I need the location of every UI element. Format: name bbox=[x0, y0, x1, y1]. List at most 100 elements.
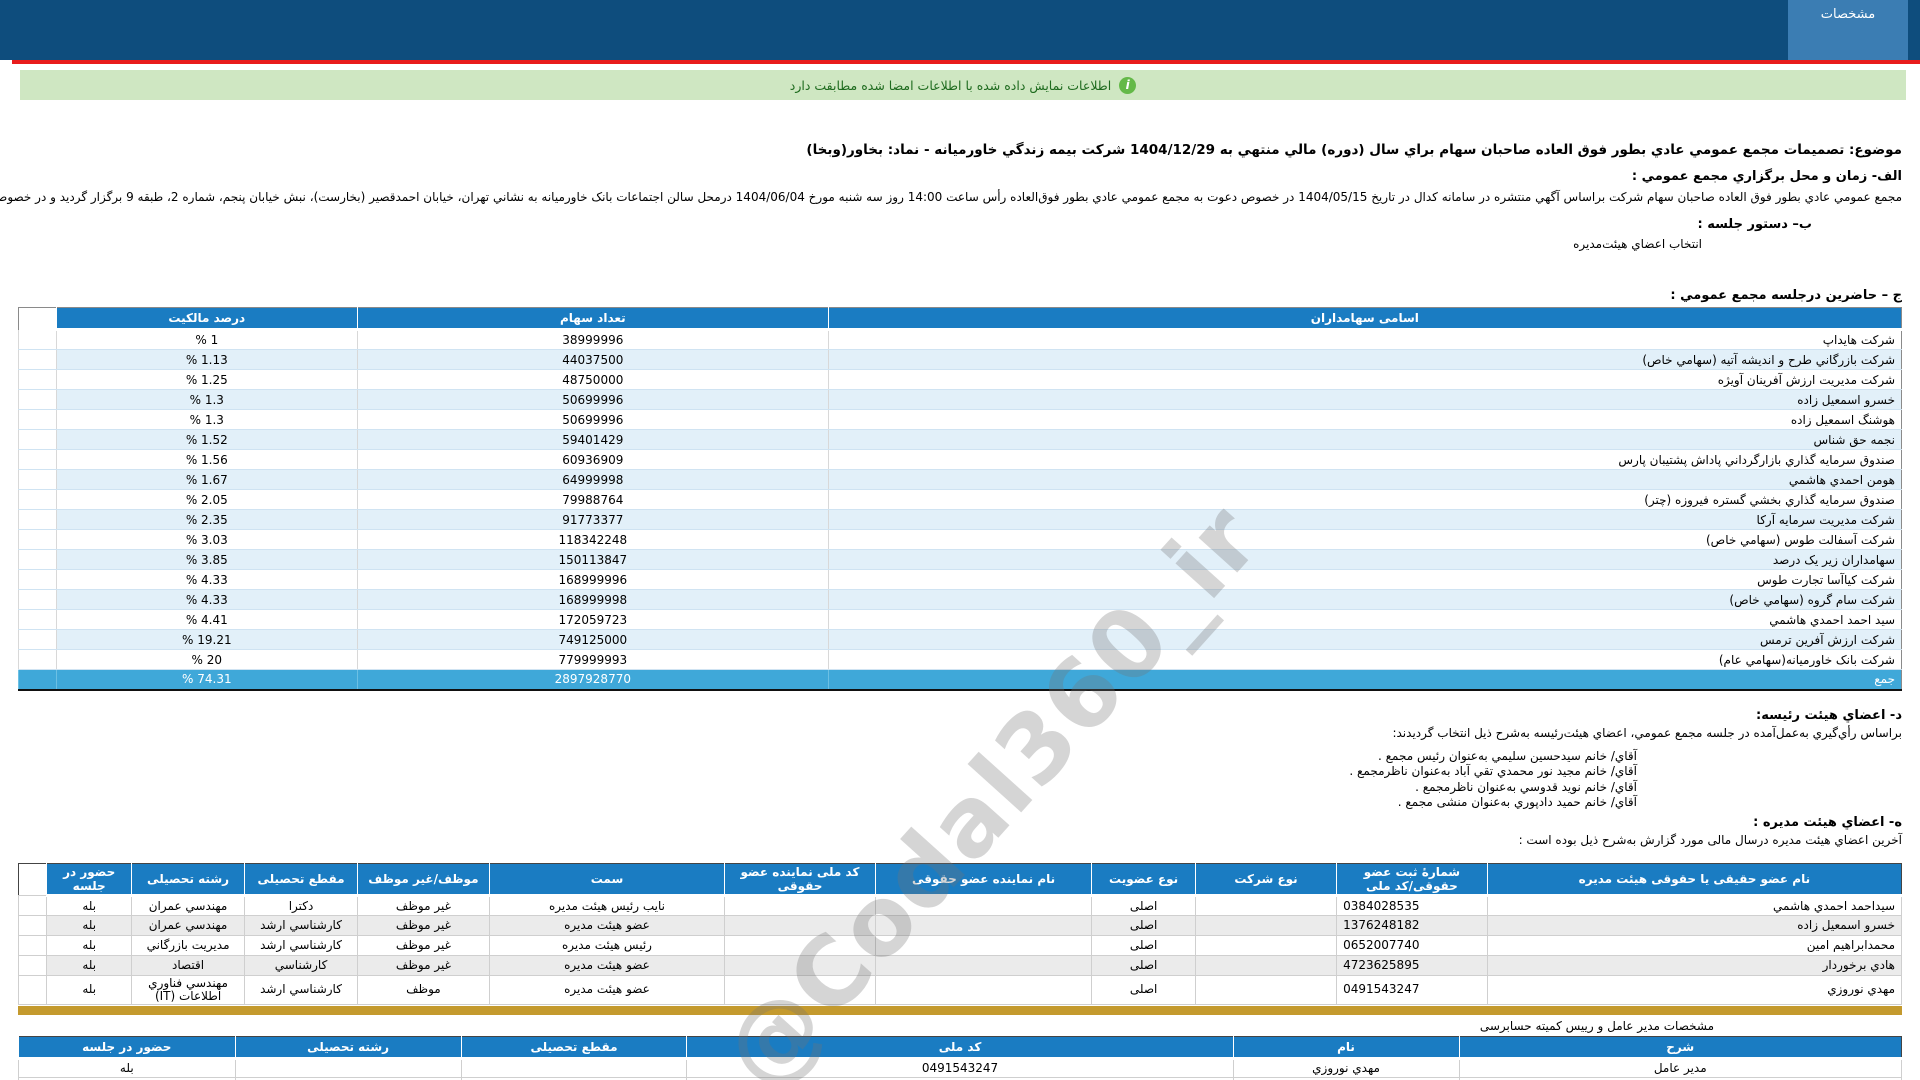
cell: مهدي نوروزي bbox=[1232, 1057, 1460, 1078]
spacer-cell bbox=[18, 449, 57, 470]
spacer-cell bbox=[18, 529, 57, 550]
cell: 79988764 bbox=[356, 489, 829, 510]
spacer-cell bbox=[18, 669, 57, 690]
spacer-cell bbox=[18, 549, 57, 570]
spacer-cell bbox=[18, 569, 57, 590]
spacer-cell bbox=[18, 349, 57, 370]
presidium-member: آقاي/ خانم حمید دادپوري به‌عنوان منشی مج… bbox=[1397, 795, 1637, 809]
cell: بله bbox=[18, 1057, 236, 1078]
column-header: موظف/غیر موظف bbox=[357, 863, 490, 897]
cell bbox=[460, 1057, 688, 1078]
presidium-member: آقاي/ خانم مجید نور محمدي تقي آباد به‌عن… bbox=[1349, 764, 1637, 778]
cell bbox=[1194, 954, 1338, 976]
table-row: سیداحمد احمدي هاشمي 0384028535 اصلی نایب رئ… bbox=[17, 894, 1903, 916]
cell: مهدي نوروزي bbox=[1486, 974, 1903, 1005]
cell: غیر موظف bbox=[357, 954, 490, 976]
spacer-cell bbox=[18, 589, 57, 610]
column-header: رشته تحصیلی bbox=[234, 1036, 462, 1060]
spacer-cell bbox=[17, 934, 48, 956]
cell: نایب رئیس هیئت مدیره bbox=[488, 894, 726, 916]
cell: سهامداران زیر یک درصد bbox=[827, 549, 1902, 570]
cell bbox=[724, 954, 876, 976]
cell: % 1.56 bbox=[55, 449, 358, 470]
column-header: مقطع تحصیلی bbox=[460, 1036, 687, 1060]
spacer-cell bbox=[18, 409, 57, 430]
cell: 44037500 bbox=[356, 349, 829, 370]
spacer-cell bbox=[17, 954, 48, 976]
table-header-row: شرح نام کد ملی مقطع تحصیلی رشته تحصیلی حضور د… bbox=[18, 1036, 1902, 1060]
table-row: شرکت آسفالت طوس (سهامي خاص) 118342248% 3.… bbox=[18, 529, 1902, 550]
cell: عضو هیئت مدیره bbox=[488, 914, 726, 936]
spacer-cell bbox=[18, 329, 57, 350]
column-header: نام عضو حقیقی یا حقوقی هیئت مدیره bbox=[1486, 863, 1902, 897]
cell: شرکت بانک خاورمیانه(سهامي عام) bbox=[827, 649, 1902, 670]
cell bbox=[724, 974, 876, 1005]
cell: % 4.33 bbox=[55, 569, 358, 590]
cell bbox=[874, 894, 1093, 916]
cell: شرکت ارزش آفرین ترمس bbox=[827, 629, 1902, 650]
cell: رئیس هیئت مدیره bbox=[488, 934, 726, 956]
main-content: @Codal360_ir موضوع: تصمیمات مجمع عمومي ع… bbox=[0, 142, 1920, 1080]
table-row: شرکت سام گروه (سهامي خاص) 168999998% 4.33 bbox=[18, 589, 1902, 610]
cell: اصلی bbox=[1091, 954, 1196, 976]
cell bbox=[874, 954, 1093, 976]
spacer-cell bbox=[17, 974, 48, 1005]
cell bbox=[874, 914, 1093, 936]
spacer-cell bbox=[18, 629, 57, 650]
column-header: تعداد سهام bbox=[356, 307, 829, 331]
tab-specifications[interactable]: مشخصات bbox=[1788, 0, 1908, 60]
cell: هوشنگ اسمعیل زاده bbox=[827, 409, 1902, 430]
cell: مهندسي فناوري اطلاعات (IT) bbox=[131, 974, 246, 1005]
cell: % 2.05 bbox=[55, 489, 358, 510]
cell bbox=[724, 934, 876, 956]
table-row: هوشنگ اسمعیل زاده 50699996% 1.3 bbox=[18, 409, 1902, 430]
cell: 0491543247 bbox=[686, 1057, 1234, 1078]
table-row: خسرو اسمعیل زاده 50699996% 1.3 bbox=[18, 389, 1902, 410]
section-c-heading: ج – حاضرین درجلسه مجمع عمومي : bbox=[1670, 288, 1902, 303]
column-header: نوع شرکت bbox=[1194, 863, 1337, 897]
section-a-body: مجمع عمومي عادي بطور فوق العاده صاحبان س… bbox=[0, 190, 1902, 204]
cell: غیر موظف bbox=[357, 934, 490, 956]
cell: بله bbox=[46, 954, 133, 976]
shareholders-table: اسامی سهامداران تعداد سهام درصد مالکیت شرک… bbox=[18, 307, 1902, 691]
section-d-body: براساس رأي‌گیري به‌عمل‌آمده در جلسه مجمع… bbox=[1392, 725, 1902, 740]
cell bbox=[1194, 894, 1338, 916]
cell: % 1.52 bbox=[55, 429, 358, 450]
table-total-row: جمع 2897928770 % 74.31 bbox=[18, 669, 1902, 690]
table-row: محمدابراهیم امین 0652007740 اصلی رئیس هیئت … bbox=[17, 934, 1903, 956]
cell: 60936909 bbox=[356, 449, 829, 470]
cell: خسرو اسمعیل زاده bbox=[1486, 914, 1903, 936]
cell: 48750000 bbox=[356, 369, 829, 390]
column-header: کد ملی bbox=[686, 1036, 1234, 1060]
cell: 779999993 bbox=[356, 649, 829, 670]
spacer-cell bbox=[18, 863, 47, 895]
table-row: هومن احمدي هاشمي 64999998% 1.67 bbox=[18, 469, 1902, 490]
total-shares: 2897928770 bbox=[356, 669, 829, 690]
cell: اصلی bbox=[1091, 894, 1196, 916]
cell: 50699996 bbox=[356, 389, 829, 410]
cell: % 1 bbox=[55, 329, 358, 350]
spacer-cell bbox=[17, 894, 48, 916]
cell: % 19.21 bbox=[55, 629, 358, 650]
table-row: سید احمد احمدي هاشمي 172059723% 4.41 bbox=[18, 609, 1902, 630]
table-row: صندوق سرمایه گذاري بخشي گستره فیروزه (چت… bbox=[18, 489, 1902, 510]
cell bbox=[1194, 914, 1338, 936]
spacer-cell bbox=[18, 389, 57, 410]
cell: کارشناسي bbox=[244, 954, 358, 976]
spacer-cell bbox=[18, 509, 57, 530]
cell: شرکت آسفالت طوس (سهامي خاص) bbox=[827, 529, 1902, 550]
spacer-cell bbox=[18, 469, 57, 490]
cell: اصلی bbox=[1091, 934, 1196, 956]
spacer-cell bbox=[17, 914, 48, 936]
cell: بله bbox=[46, 974, 133, 1005]
cell bbox=[724, 914, 876, 936]
cell: مدیریت بازرگاني bbox=[131, 934, 246, 956]
cell: 150113847 bbox=[356, 549, 829, 570]
cell: 168999998 bbox=[356, 589, 829, 610]
table-row: شرکت کیاآسا تجارت طوس 168999996% 4.33 bbox=[18, 569, 1902, 590]
spacer-cell bbox=[18, 489, 57, 510]
table-row: هادي برخوردار 4723625895 اصلی عضو هیئت مدیر… bbox=[17, 954, 1903, 976]
cell: هومن احمدي هاشمي bbox=[827, 469, 1902, 490]
spacer-cell bbox=[18, 307, 57, 330]
cell: صندوق سرمایه گذاري بخشي گستره فیروزه (چت… bbox=[827, 489, 1902, 510]
